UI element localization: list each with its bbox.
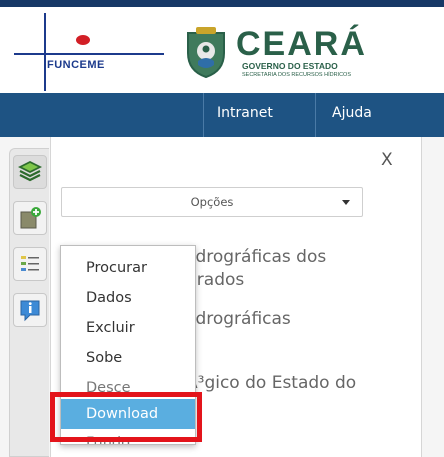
close-panel-button[interactable]: X [381, 150, 393, 170]
menu-item-sobe[interactable]: Sobe [61, 343, 195, 373]
nav-divider [203, 93, 204, 137]
info-tool-button[interactable] [13, 293, 47, 327]
legend-tool-button[interactable] [13, 247, 47, 281]
layers-tool-button[interactable] [13, 155, 47, 189]
ceara-department: SECRETARIA DOS RECURSOS HÍDRICOS [242, 72, 351, 78]
funceme-logo-horizontal-line [14, 53, 164, 55]
nav-ajuda-link[interactable]: Ajuda [332, 105, 372, 121]
menu-item-download[interactable]: Download [61, 399, 195, 429]
ceara-title: CEARÁ [236, 25, 367, 63]
funceme-logo-vertical-line [44, 13, 46, 91]
layer-list-text: lidrográficas [186, 309, 291, 329]
funceme-logo[interactable]: FUNCEME [14, 13, 164, 93]
layer-list-text: lidrográficas dos [186, 247, 327, 267]
ceara-government-logo[interactable]: CEARÁ GOVERNO DO ESTADO SECRETARIA DOS R… [182, 25, 392, 87]
layer-context-menu: Procurar Dados Excluir Sobe Desce Downlo… [60, 245, 196, 445]
layer-list-text: Ã³gico do Estado do [186, 373, 357, 393]
ceara-subtitle: GOVERNO DO ESTADO [242, 61, 338, 71]
funceme-logo-text: FUNCEME [47, 59, 105, 71]
top-accent-bar [0, 0, 444, 7]
chevron-down-icon [342, 200, 350, 205]
main-navbar: Intranet Ajuda [0, 93, 444, 137]
tool-sidebar [9, 148, 49, 457]
funceme-logo-dot [76, 35, 90, 45]
legend-icon [21, 256, 39, 271]
nav-divider [315, 93, 316, 137]
add-layer-icon [20, 207, 41, 229]
nav-intranet-link[interactable]: Intranet [217, 105, 273, 121]
add-layer-tool-button[interactable] [13, 201, 47, 235]
menu-item-dados[interactable]: Dados [61, 283, 195, 313]
menu-item-procurar[interactable]: Procurar [61, 253, 195, 283]
options-dropdown-label: Opções [190, 195, 234, 209]
menu-item-fundo[interactable]: Fundo [61, 428, 195, 444]
menu-item-excluir[interactable]: Excluir [61, 313, 195, 343]
site-header: FUNCEME CEARÁ GOVERNO DO ESTADO SECRETAR… [0, 7, 444, 93]
layers-icon [18, 160, 42, 182]
ceara-crest-icon [187, 27, 225, 79]
info-icon [20, 300, 40, 322]
options-dropdown[interactable]: Opções [61, 187, 363, 217]
